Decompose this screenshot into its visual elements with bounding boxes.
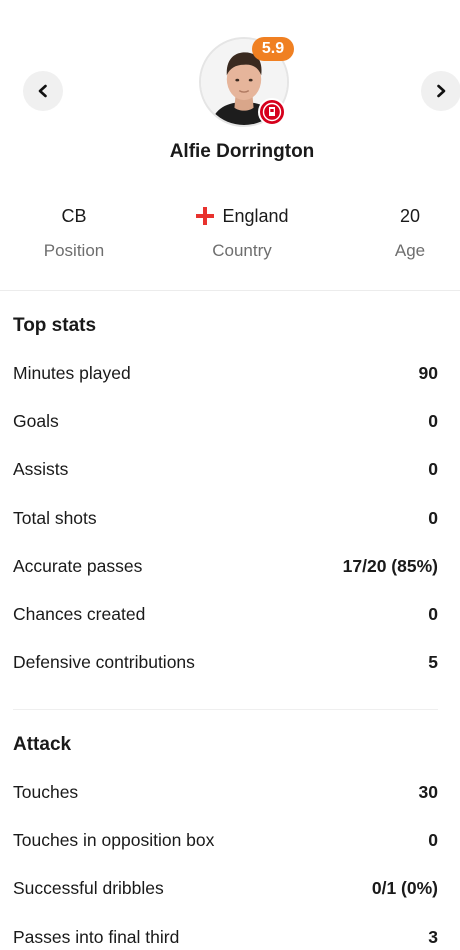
stat-row-accurate-passes: Accurate passes 17/20 (85%) xyxy=(13,542,438,590)
stat-value: 0 xyxy=(428,604,438,625)
next-player-button[interactable] xyxy=(421,71,460,111)
position-value: CB xyxy=(61,205,87,226)
age-info: 20 Age xyxy=(340,204,460,261)
player-avatar-group: 5.9 xyxy=(199,37,294,127)
stat-value: 0 xyxy=(428,459,438,480)
stat-row-goals: Goals 0 xyxy=(13,397,438,445)
top-stats-list: Minutes played 90 Goals 0 Assists 0 Tota… xyxy=(13,349,438,687)
age-label: Age xyxy=(394,241,426,260)
player-info-row: CB Position England Country 20 Age xyxy=(0,204,460,274)
stat-row-passes-into-final-third: Passes into final third 3 xyxy=(13,913,438,950)
chevron-right-icon xyxy=(437,84,446,98)
stat-label: Passes into final third xyxy=(13,926,180,947)
stat-row-touches: Touches 30 xyxy=(13,768,438,816)
stat-row-assists: Assists 0 xyxy=(13,446,438,494)
stat-row-minutes-played: Minutes played 90 xyxy=(13,349,438,397)
stat-value: 17/20 (85%) xyxy=(342,555,438,576)
player-name: Alfie Dorrington xyxy=(169,141,315,162)
stat-value: 30 xyxy=(418,781,438,802)
player-header: 5.9 Alfie Dorrington CB Position England… xyxy=(0,0,460,290)
position-info: CB Position xyxy=(4,204,144,261)
stat-value: 5 xyxy=(428,652,438,673)
stat-label: Touches xyxy=(13,781,79,802)
stat-label: Assists xyxy=(13,459,69,480)
country-value: England xyxy=(222,205,289,226)
stat-label: Total shots xyxy=(13,507,97,528)
position-label: Position xyxy=(43,241,105,260)
attack-section: Attack Touches 30 Touches in opposition … xyxy=(13,733,438,950)
stat-label: Successful dribbles xyxy=(13,878,164,899)
club-crest-icon xyxy=(258,98,286,126)
attack-stats-list: Touches 30 Touches in opposition box 0 S… xyxy=(13,768,438,950)
stat-value: 0 xyxy=(428,507,438,528)
top-stats-section: Top stats Minutes played 90 Goals 0 Assi… xyxy=(13,314,438,687)
stat-label: Goals xyxy=(13,410,59,431)
stat-row-touches-in-opposition-box: Touches in opposition box 0 xyxy=(13,816,438,864)
stat-value: 0 xyxy=(428,829,438,850)
stat-label: Accurate passes xyxy=(13,555,143,576)
stat-label: Minutes played xyxy=(13,362,131,383)
chevron-left-icon xyxy=(38,84,47,98)
stat-row-total-shots: Total shots 0 xyxy=(13,494,438,542)
country-label: Country xyxy=(212,241,272,260)
section-divider xyxy=(13,709,438,710)
header-divider xyxy=(0,290,460,291)
section-title-top-stats: Top stats xyxy=(13,315,97,336)
age-value: 20 xyxy=(399,205,421,226)
stat-row-successful-dribbles: Successful dribbles 0/1 (0%) xyxy=(13,865,438,913)
stat-value: 3 xyxy=(428,926,438,947)
stat-value: 0/1 (0%) xyxy=(371,878,438,899)
country-info: England Country xyxy=(172,204,312,261)
stat-row-defensive-contributions: Defensive contributions 5 xyxy=(13,639,438,687)
england-flag-icon xyxy=(196,207,215,225)
stat-label: Touches in opposition box xyxy=(13,829,215,850)
previous-player-button[interactable] xyxy=(23,71,63,111)
stat-row-chances-created: Chances created 0 xyxy=(13,590,438,638)
section-title-attack: Attack xyxy=(13,734,72,755)
stat-value: 90 xyxy=(418,362,438,383)
country-value-wrap: England xyxy=(172,204,312,228)
rating-badge: 5.9 xyxy=(252,37,294,61)
stat-value: 0 xyxy=(428,410,438,431)
stat-label: Chances created xyxy=(13,604,146,625)
stat-label: Defensive contributions xyxy=(13,652,195,673)
